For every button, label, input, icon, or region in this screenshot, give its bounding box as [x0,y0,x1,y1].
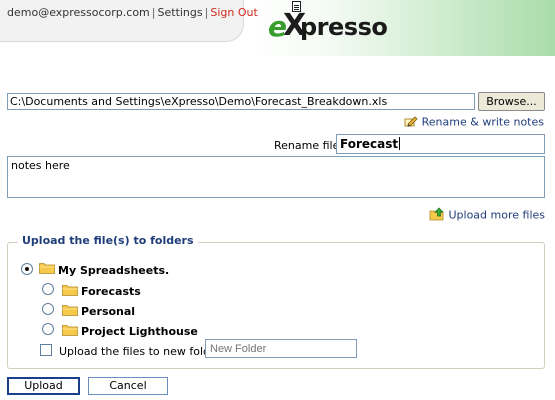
upload-arrow-icon [429,207,445,224]
nav-separator: | [151,6,156,19]
rename-notes-label: Rename & write notes [421,115,544,129]
app-header: demo@expressocorp.com | Settings | Sign Out … [0,0,555,56]
folder-radio-my-spreadsheets[interactable] [21,263,33,275]
upload-more-label: Upload more files [448,208,545,222]
upload-button[interactable]: Upload [7,377,80,395]
user-email-link[interactable]: demo@expressocorp.com [7,6,150,19]
folders-legend: Upload the file(s) to folders [18,234,198,247]
folder-icon [62,325,78,336]
rename-file-input[interactable]: Forecast [336,134,545,154]
user-nav-panel: demo@expressocorp.com | Settings | Sign Out [0,0,258,42]
folder-label-forecasts: Forecasts [81,285,141,298]
rename-notes-link[interactable]: Rename & write notes [404,115,544,130]
pencil-note-icon [404,115,418,130]
rename-file-value: Forecast [340,137,399,151]
cancel-button[interactable]: Cancel [88,377,168,395]
user-nav: demo@expressocorp.com | Settings | Sign Out [7,6,258,19]
folder-label-personal: Personal [81,305,136,318]
rename-file-label: Rename file: [274,139,344,152]
folder-radio-project-lighthouse[interactable] [42,323,54,335]
folder-label-project-lighthouse: Project Lighthouse [81,325,198,338]
new-folder-checkbox[interactable] [40,344,52,356]
folder-radio-forecasts[interactable] [42,283,54,295]
upload-more-files-link[interactable]: Upload more files [429,207,545,224]
folder-label-my-spreadsheets: My Spreadsheets. [58,264,170,277]
file-path-input[interactable]: C:\Documents and Settings\eXpresso\Demo\… [7,93,475,110]
text-caret [399,137,401,150]
folder-icon [39,263,55,274]
browse-button[interactable]: Browse... [478,92,545,111]
notes-textarea[interactable]: notes here [7,156,545,198]
settings-link[interactable]: Settings [158,6,203,19]
folder-icon [62,285,78,296]
folder-icon [62,305,78,316]
new-folder-label: Upload the files to new folder: [59,345,225,358]
new-folder-input[interactable] [205,339,357,358]
logo-wordmark: presso [300,13,388,41]
signout-link[interactable]: Sign Out [210,6,257,19]
folder-radio-personal[interactable] [42,303,54,315]
